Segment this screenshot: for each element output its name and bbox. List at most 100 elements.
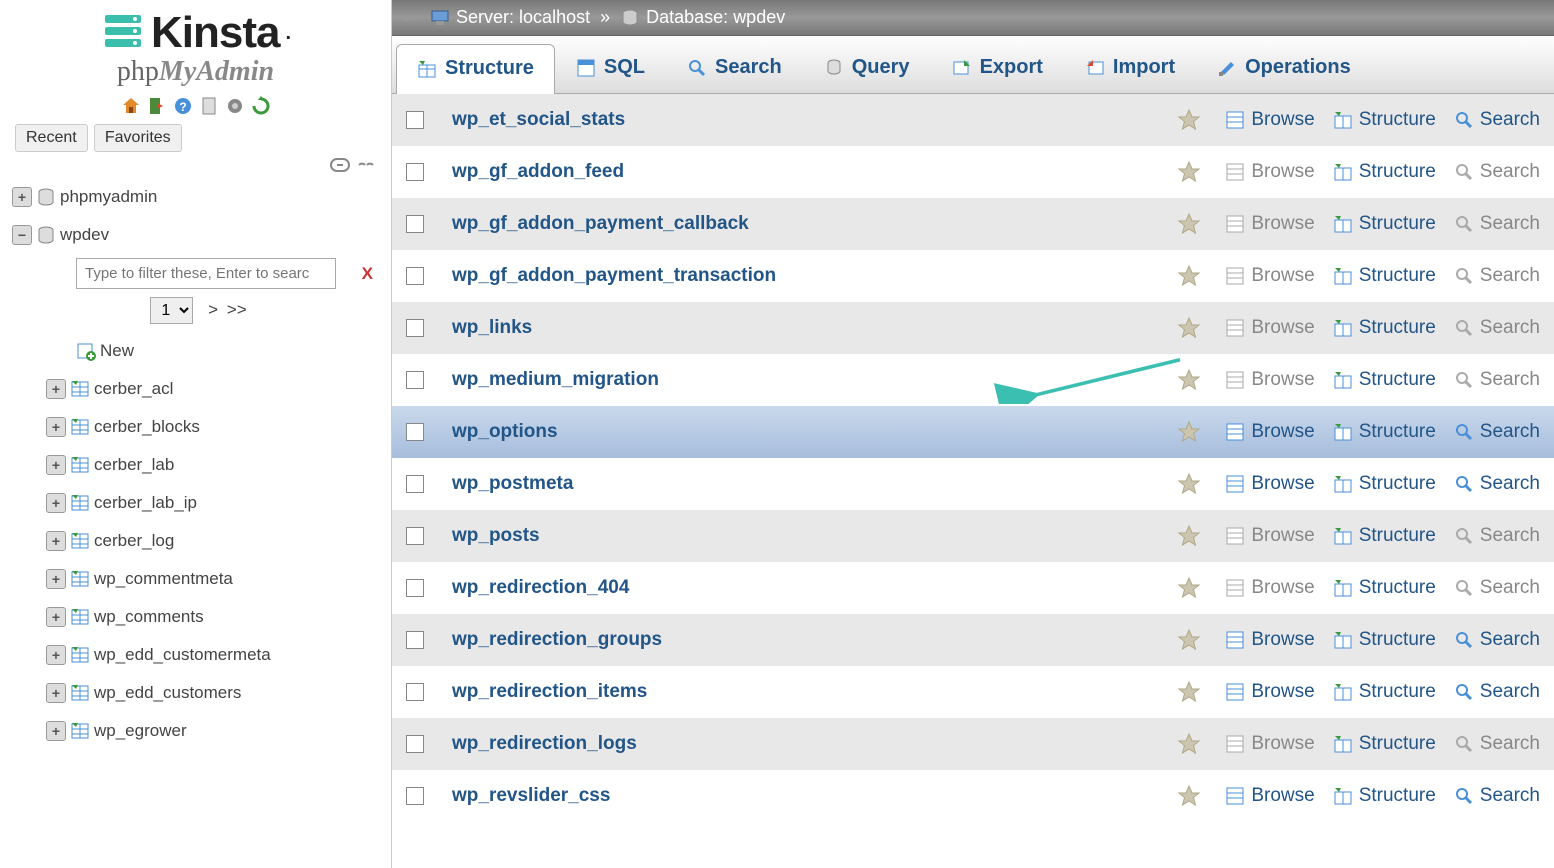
clear-icon[interactable]: X [362, 264, 373, 284]
search-action[interactable]: Search [1454, 681, 1540, 703]
favorite-star-icon[interactable] [1177, 628, 1201, 652]
browse-action[interactable]: Browse [1225, 473, 1314, 495]
tree-db-phpmyadmin[interactable]: + phpmyadmin [8, 178, 391, 216]
tree-new[interactable]: New [8, 332, 391, 370]
table-name-link[interactable]: wp_redirection_groups [452, 629, 1169, 651]
row-checkbox[interactable] [406, 423, 424, 441]
table-name-link[interactable]: wp_redirection_items [452, 681, 1169, 703]
favorite-star-icon[interactable] [1177, 212, 1201, 236]
table-name-link[interactable]: wp_medium_migration [452, 369, 1169, 391]
tree-table-item[interactable]: + cerber_log [8, 522, 391, 560]
structure-action[interactable]: Structure [1333, 213, 1436, 235]
row-checkbox[interactable] [406, 683, 424, 701]
expand-icon[interactable]: + [46, 607, 66, 627]
expand-icon[interactable]: + [12, 187, 32, 207]
breadcrumb-server[interactable]: Server: localhost [456, 7, 590, 28]
favorite-star-icon[interactable] [1177, 576, 1201, 600]
browse-action[interactable]: Browse [1225, 421, 1314, 443]
search-action[interactable]: Search [1454, 785, 1540, 807]
search-action[interactable]: Search [1454, 109, 1540, 131]
structure-action[interactable]: Structure [1333, 577, 1436, 599]
row-checkbox[interactable] [406, 579, 424, 597]
structure-action[interactable]: Structure [1333, 369, 1436, 391]
filter-input[interactable] [76, 258, 336, 289]
browse-action[interactable]: Browse [1225, 577, 1314, 599]
structure-action[interactable]: Structure [1333, 421, 1436, 443]
tree-table-item[interactable]: + cerber_acl [8, 370, 391, 408]
expand-icon[interactable]: + [46, 645, 66, 665]
last-page[interactable]: >> [227, 300, 247, 319]
table-name-link[interactable]: wp_postmeta [452, 473, 1169, 495]
favorite-star-icon[interactable] [1177, 472, 1201, 496]
expand-icon[interactable]: + [46, 569, 66, 589]
expand-icon[interactable]: + [46, 417, 66, 437]
table-name-link[interactable]: wp_et_social_stats [452, 109, 1169, 131]
favorites-tab[interactable]: Favorites [94, 124, 182, 152]
link-icon[interactable] [356, 158, 376, 172]
browse-action[interactable]: Browse [1225, 161, 1314, 183]
favorite-star-icon[interactable] [1177, 784, 1201, 808]
browse-action[interactable]: Browse [1225, 369, 1314, 391]
collapse-icon[interactable] [330, 158, 350, 172]
table-name-link[interactable]: wp_gf_addon_payment_callback [452, 213, 1169, 235]
back-arrow-icon[interactable]: ← [400, 6, 420, 29]
tab-query[interactable]: Query [803, 43, 931, 93]
structure-action[interactable]: Structure [1333, 317, 1436, 339]
browse-action[interactable]: Browse [1225, 109, 1314, 131]
structure-action[interactable]: Structure [1333, 681, 1436, 703]
browse-action[interactable]: Browse [1225, 629, 1314, 651]
tree-table-item[interactable]: + cerber_blocks [8, 408, 391, 446]
row-checkbox[interactable] [406, 735, 424, 753]
browse-action[interactable]: Browse [1225, 681, 1314, 703]
row-checkbox[interactable] [406, 475, 424, 493]
expand-icon[interactable]: + [46, 455, 66, 475]
expand-icon[interactable]: + [46, 379, 66, 399]
structure-action[interactable]: Structure [1333, 473, 1436, 495]
search-action[interactable]: Search [1454, 421, 1540, 443]
browse-action[interactable]: Browse [1225, 525, 1314, 547]
structure-action[interactable]: Structure [1333, 109, 1436, 131]
browse-action[interactable]: Browse [1225, 317, 1314, 339]
favorite-star-icon[interactable] [1177, 732, 1201, 756]
search-action[interactable]: Search [1454, 577, 1540, 599]
next-page[interactable]: > [208, 300, 218, 319]
favorite-star-icon[interactable] [1177, 524, 1201, 548]
expand-icon[interactable]: + [46, 493, 66, 513]
tab-operations[interactable]: Operations [1196, 43, 1372, 93]
browse-action[interactable]: Browse [1225, 213, 1314, 235]
page-select[interactable]: 1 [150, 297, 193, 324]
tree-table-item[interactable]: + cerber_lab_ip [8, 484, 391, 522]
tab-export[interactable]: Export [931, 43, 1064, 93]
settings-icon[interactable] [225, 96, 245, 116]
tree-table-item[interactable]: + wp_comments [8, 598, 391, 636]
structure-action[interactable]: Structure [1333, 733, 1436, 755]
search-action[interactable]: Search [1454, 629, 1540, 651]
expand-icon[interactable]: + [46, 683, 66, 703]
tree-table-item[interactable]: + wp_egrower [8, 712, 391, 750]
table-name-link[interactable]: wp_posts [452, 525, 1169, 547]
structure-action[interactable]: Structure [1333, 161, 1436, 183]
search-action[interactable]: Search [1454, 161, 1540, 183]
tree-table-item[interactable]: + wp_edd_customers [8, 674, 391, 712]
favorite-star-icon[interactable] [1177, 264, 1201, 288]
table-name-link[interactable]: wp_links [452, 317, 1169, 339]
expand-icon[interactable]: + [46, 531, 66, 551]
table-name-link[interactable]: wp_redirection_404 [452, 577, 1169, 599]
search-action[interactable]: Search [1454, 473, 1540, 495]
table-name-link[interactable]: wp_options [452, 421, 1169, 443]
collapse-icon[interactable]: − [12, 225, 32, 245]
home-icon[interactable] [121, 96, 141, 116]
breadcrumb-database[interactable]: Database: wpdev [646, 7, 785, 28]
favorite-star-icon[interactable] [1177, 160, 1201, 184]
tree-table-item[interactable]: + cerber_lab [8, 446, 391, 484]
tree-db-wpdev[interactable]: − wpdev [8, 216, 391, 254]
structure-action[interactable]: Structure [1333, 629, 1436, 651]
row-checkbox[interactable] [406, 319, 424, 337]
tab-sql[interactable]: SQL [555, 43, 666, 93]
docs-icon[interactable] [199, 96, 219, 116]
structure-action[interactable]: Structure [1333, 265, 1436, 287]
structure-action[interactable]: Structure [1333, 785, 1436, 807]
favorite-star-icon[interactable] [1177, 420, 1201, 444]
row-checkbox[interactable] [406, 215, 424, 233]
table-name-link[interactable]: wp_redirection_logs [452, 733, 1169, 755]
